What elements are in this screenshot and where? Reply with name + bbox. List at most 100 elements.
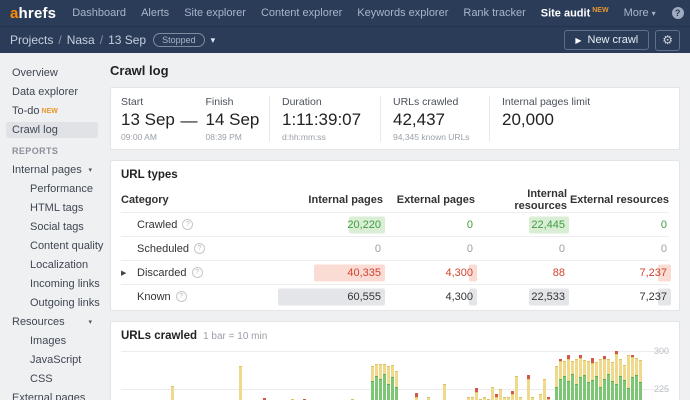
bar-segment-yellow <box>555 366 558 386</box>
new-crawl-button[interactable]: ▶ New crawl <box>564 30 649 50</box>
sidebar-item-content-quality[interactable]: Content quality <box>24 238 98 254</box>
chart-bar[interactable] <box>495 394 498 400</box>
help-icon[interactable]: ? <box>671 6 685 20</box>
chart-bar[interactable] <box>383 364 386 400</box>
nav-item-more[interactable]: More▾ <box>624 7 656 19</box>
chart-bar[interactable] <box>539 394 542 400</box>
chart-bar[interactable] <box>519 397 522 400</box>
chart-bar[interactable] <box>559 359 562 400</box>
chart-bar[interactable] <box>395 371 398 400</box>
chart-bar[interactable] <box>387 366 390 400</box>
chart-bar[interactable] <box>563 361 566 400</box>
chart-bar[interactable] <box>531 397 534 400</box>
chart-bar[interactable] <box>611 362 614 400</box>
nav-item-site-audit[interactable]: Site auditNEW <box>541 7 609 20</box>
sidebar-item-outgoing-links[interactable]: Outgoing links <box>24 295 98 311</box>
chart-bar[interactable] <box>575 359 578 400</box>
chart-bar[interactable] <box>543 379 546 400</box>
chart-bar[interactable] <box>579 355 582 400</box>
sidebar-item-social-tags[interactable]: Social tags <box>24 219 98 235</box>
chart-bar[interactable] <box>587 361 590 400</box>
chart-bar[interactable] <box>511 391 514 400</box>
chart-bar[interactable] <box>471 397 474 400</box>
chart-bar[interactable] <box>171 386 174 400</box>
chevron-down-icon: ▾ <box>88 318 92 326</box>
sidebar-item-html-tags[interactable]: HTML tags <box>24 200 98 216</box>
chart-bar[interactable] <box>391 365 394 400</box>
sidebar-item-overview[interactable]: Overview <box>6 65 98 81</box>
chart-bar[interactable] <box>639 360 642 400</box>
chart-bar[interactable] <box>371 366 374 400</box>
bar-segment-green <box>591 380 594 400</box>
nav-item-site-explorer[interactable]: Site explorer <box>184 7 246 19</box>
breadcrumb-item-nasa[interactable]: Nasa <box>67 33 95 47</box>
pages-limit-stat: Internal pages limit 20,000 <box>502 96 590 142</box>
chevron-down-icon: ▾ <box>652 9 656 18</box>
cell-crawled: 0 <box>383 219 475 231</box>
chart-bar[interactable] <box>603 356 606 400</box>
sidebar-item-to-do[interactable]: To-doNEW <box>6 103 98 119</box>
chart-bar[interactable] <box>515 376 518 400</box>
nav-item-rank-tracker[interactable]: Rank tracker <box>463 7 525 19</box>
chart-bar[interactable] <box>443 384 446 400</box>
sidebar-item-data-explorer[interactable]: Data explorer <box>6 84 98 100</box>
sidebar-item-label: Performance <box>30 183 93 195</box>
chart-bar[interactable] <box>591 358 594 400</box>
chart-bar[interactable] <box>427 397 430 400</box>
chart-bar[interactable] <box>631 355 634 400</box>
sidebar-item-performance[interactable]: Performance <box>24 181 98 197</box>
sidebar-item-localization[interactable]: Localization <box>24 257 98 273</box>
chart-bar[interactable] <box>491 387 494 400</box>
nav-item-dashboard[interactable]: Dashboard <box>72 7 126 19</box>
chart-bar[interactable] <box>583 360 586 400</box>
breadcrumb-item-13-sep[interactable]: 13 Sep <box>108 33 146 47</box>
chart-bar[interactable] <box>615 351 618 400</box>
chart-bar[interactable] <box>499 389 502 400</box>
sidebar-item-external-pages[interactable]: External pages <box>6 390 98 400</box>
bar-segment-yellow <box>395 371 398 386</box>
chart-bar[interactable] <box>507 397 510 400</box>
nav-item-content-explorer[interactable]: Content explorer <box>261 7 342 19</box>
nav-item-alerts[interactable]: Alerts <box>141 7 169 19</box>
logo-rest: hrefs <box>19 5 57 22</box>
bar-segment-green <box>575 384 578 400</box>
sidebar-item-css[interactable]: CSS <box>24 371 98 387</box>
ahrefs-logo[interactable]: ahrefs <box>10 5 56 22</box>
sidebar-item-resources[interactable]: Resources▾ <box>6 314 98 330</box>
chart-bar[interactable] <box>595 362 598 400</box>
chart-bar[interactable] <box>503 397 506 400</box>
chart-bar[interactable] <box>623 365 626 400</box>
sidebar-item-crawl-log[interactable]: Crawl log <box>6 122 98 138</box>
sidebar-item-incoming-links[interactable]: Incoming links <box>24 276 98 292</box>
chart-bar[interactable] <box>415 393 418 400</box>
chart-bar[interactable] <box>483 397 486 400</box>
chart-bar[interactable] <box>571 361 574 400</box>
chart-bar[interactable] <box>475 388 478 400</box>
breadcrumb-item-projects[interactable]: Projects <box>10 33 53 47</box>
gear-icon[interactable]: ⚙ <box>655 30 680 51</box>
info-icon: ? <box>176 291 187 302</box>
cell-scheduled: 0 <box>291 243 383 255</box>
chart-bar[interactable] <box>635 358 638 400</box>
chart-bar[interactable] <box>375 364 378 400</box>
chart-bar[interactable] <box>607 359 610 400</box>
expand-arrow-icon[interactable]: ▶ <box>121 269 133 277</box>
chart-bar[interactable] <box>599 359 602 400</box>
chart-bar[interactable] <box>527 375 530 400</box>
project-dropdown-caret[interactable]: ▾ <box>211 35 216 46</box>
table-row-scheduled: Scheduled?0000 <box>121 236 669 260</box>
chart-bar[interactable] <box>619 359 622 400</box>
bar-segment-yellow <box>427 397 430 400</box>
chart-bar[interactable] <box>547 397 550 400</box>
sidebar-item-javascript[interactable]: JavaScript <box>24 352 98 368</box>
sidebar-item-label: Overview <box>12 67 58 79</box>
sidebar-item-images[interactable]: Images <box>24 333 98 349</box>
nav-item-keywords-explorer[interactable]: Keywords explorer <box>357 7 448 19</box>
chart-bar[interactable] <box>239 366 242 400</box>
chart-bar[interactable] <box>379 364 382 400</box>
sidebar-item-internal-pages[interactable]: Internal pages▾ <box>6 162 98 178</box>
chart-bar[interactable] <box>555 366 558 400</box>
chart-bar[interactable] <box>627 355 630 400</box>
chart-bar[interactable] <box>567 355 570 400</box>
chart-bar[interactable] <box>467 397 470 400</box>
